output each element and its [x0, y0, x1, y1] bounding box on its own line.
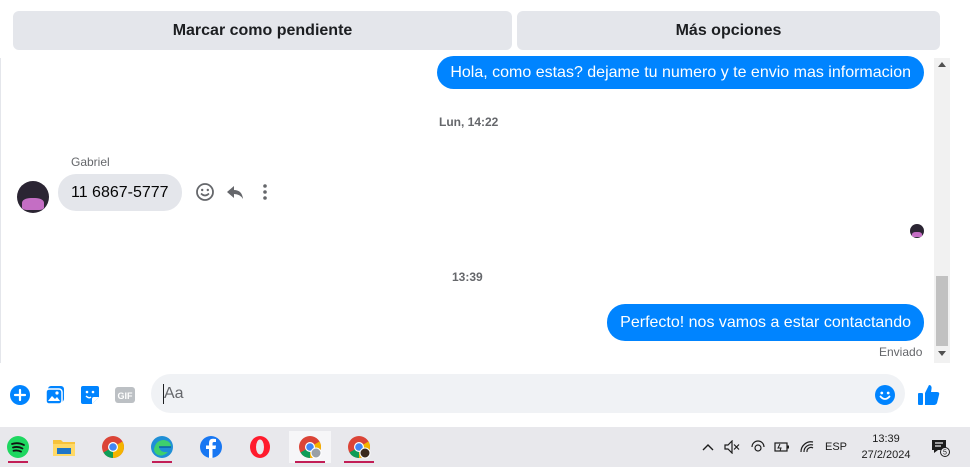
- reply-icon[interactable]: [224, 181, 246, 203]
- window-edge: [950, 0, 970, 427]
- network-activity-icon[interactable]: [750, 427, 766, 467]
- more-actions-icon[interactable]: [254, 181, 276, 203]
- react-icon[interactable]: [194, 181, 216, 203]
- emoji-icon[interactable]: [873, 383, 897, 407]
- chrome-profile-2-icon[interactable]: [338, 431, 380, 463]
- outgoing-message[interactable]: Hola, como estas? dejame tu numero y te …: [437, 56, 924, 89]
- notification-count: 5: [943, 449, 947, 456]
- mark-pending-button[interactable]: Marcar como pendiente: [13, 11, 512, 50]
- more-options-button[interactable]: Más opciones: [517, 11, 940, 50]
- show-hidden-icons[interactable]: [702, 427, 714, 467]
- taskbar: ESP 13:39 27/2/2024 5: [0, 427, 970, 467]
- sender-name: Gabriel: [71, 155, 110, 169]
- thread-border: [0, 58, 1, 363]
- chrome-icon[interactable]: [95, 431, 131, 463]
- sender-avatar[interactable]: [17, 181, 49, 213]
- gif-icon[interactable]: GIF: [113, 383, 137, 407]
- file-explorer-icon[interactable]: [46, 431, 82, 463]
- wifi-icon[interactable]: [799, 427, 815, 467]
- message-input[interactable]: [151, 374, 905, 413]
- outgoing-message[interactable]: Perfecto! nos vamos a estar contactando: [607, 304, 924, 341]
- battery-icon[interactable]: [774, 427, 790, 467]
- scroll-thumb[interactable]: [936, 276, 948, 346]
- clock-time: 13:39: [872, 433, 900, 445]
- sticker-icon[interactable]: [78, 383, 102, 407]
- spotify-icon[interactable]: [0, 431, 36, 463]
- system-clock[interactable]: 13:39 27/2/2024: [856, 431, 916, 463]
- seen-avatar: [910, 224, 924, 238]
- action-bar: Marcar como pendiente Más opciones: [0, 6, 950, 58]
- incoming-message[interactable]: 11 6867-5777: [58, 174, 182, 211]
- chrome-profile-icon[interactable]: [289, 431, 331, 463]
- text-caret: [163, 384, 164, 404]
- scroll-up-icon[interactable]: [938, 62, 946, 67]
- svg-text:GIF: GIF: [118, 391, 134, 401]
- edge-icon[interactable]: [144, 431, 180, 463]
- composer: GIF: [0, 363, 950, 427]
- message-timestamp: 13:39: [452, 270, 483, 284]
- notification-center-icon[interactable]: 5: [928, 427, 952, 467]
- volume-muted-icon[interactable]: [724, 427, 740, 467]
- language-indicator[interactable]: ESP: [825, 427, 847, 467]
- scroll-down-icon[interactable]: [938, 351, 946, 356]
- clock-date: 27/2/2024: [861, 449, 911, 461]
- opera-icon[interactable]: [242, 431, 278, 463]
- facebook-icon[interactable]: [193, 431, 229, 463]
- delivery-status: Enviado: [879, 345, 923, 359]
- plus-circle-icon[interactable]: [8, 383, 32, 407]
- thumbs-up-icon[interactable]: [917, 383, 941, 407]
- message-timestamp: Lun, 14:22: [439, 115, 499, 129]
- scrollbar[interactable]: [934, 58, 950, 363]
- image-icon[interactable]: [43, 383, 67, 407]
